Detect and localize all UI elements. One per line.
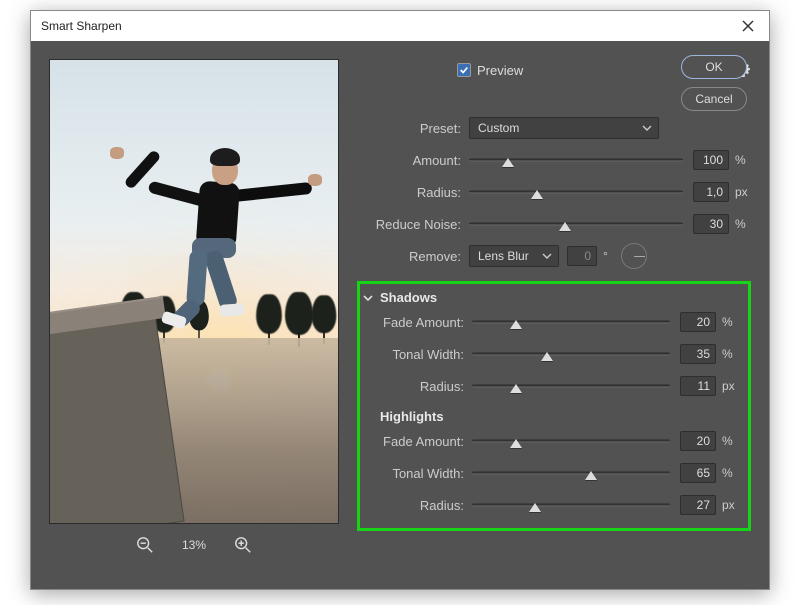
zoom-level: 13% bbox=[182, 538, 206, 552]
close-icon bbox=[742, 20, 754, 32]
ok-button[interactable]: OK bbox=[681, 55, 747, 79]
checkmark-icon bbox=[459, 65, 469, 75]
highlights-radius-slider[interactable] bbox=[472, 494, 670, 516]
smart-sharpen-dialog: Smart Sharpen bbox=[30, 10, 770, 590]
zoom-in-icon bbox=[234, 536, 252, 554]
radius-slider[interactable] bbox=[469, 181, 683, 203]
zoom-out-icon bbox=[136, 536, 154, 554]
amount-input[interactable]: 100 bbox=[693, 150, 729, 170]
shadows-fade-slider[interactable] bbox=[472, 311, 670, 333]
highlights-header[interactable]: Highlights bbox=[360, 409, 738, 424]
chevron-down-icon bbox=[642, 123, 652, 133]
radius-label: Radius: bbox=[357, 185, 469, 200]
shadows-radius-input[interactable]: 11 bbox=[680, 376, 716, 396]
shadows-tonal-slider[interactable] bbox=[472, 343, 670, 365]
preset-label: Preset: bbox=[357, 121, 469, 136]
remove-angle-input[interactable]: 0 bbox=[567, 246, 597, 266]
remove-angle-unit: ° bbox=[597, 249, 611, 263]
window-title: Smart Sharpen bbox=[41, 19, 122, 33]
preview-image[interactable] bbox=[49, 59, 339, 524]
chevron-down-icon bbox=[362, 292, 374, 304]
preset-select[interactable]: Custom bbox=[469, 117, 659, 139]
shadows-radius-label: Radius: bbox=[360, 379, 472, 394]
preview-checkbox[interactable] bbox=[457, 63, 471, 77]
reduce-noise-unit: % bbox=[729, 217, 751, 231]
zoom-in-button[interactable] bbox=[234, 536, 252, 554]
preview-label: Preview bbox=[477, 63, 523, 78]
highlights-tonal-input[interactable]: 65 bbox=[680, 463, 716, 483]
shadows-fade-input[interactable]: 20 bbox=[680, 312, 716, 332]
cancel-button[interactable]: Cancel bbox=[681, 87, 747, 111]
remove-select[interactable]: Lens Blur bbox=[469, 245, 559, 267]
titlebar: Smart Sharpen bbox=[31, 11, 769, 41]
highlights-radius-input[interactable]: 27 bbox=[680, 495, 716, 515]
highlights-radius-label: Radius: bbox=[360, 498, 472, 513]
close-button[interactable] bbox=[739, 17, 757, 35]
shadows-fade-label: Fade Amount: bbox=[360, 315, 472, 330]
amount-label: Amount: bbox=[357, 153, 469, 168]
shadows-tonal-input[interactable]: 35 bbox=[680, 344, 716, 364]
radius-unit: px bbox=[729, 185, 751, 199]
reduce-noise-label: Reduce Noise: bbox=[357, 217, 469, 232]
chevron-down-icon bbox=[542, 251, 552, 261]
shadows-tonal-label: Tonal Width: bbox=[360, 347, 472, 362]
amount-unit: % bbox=[729, 153, 751, 167]
shadows-highlights-panel: Shadows Fade Amount: 20 % Tonal Width: 3… bbox=[357, 281, 751, 531]
reduce-noise-slider[interactable] bbox=[469, 213, 683, 235]
shadows-header[interactable]: Shadows bbox=[360, 290, 738, 305]
highlights-fade-input[interactable]: 20 bbox=[680, 431, 716, 451]
amount-slider[interactable] bbox=[469, 149, 683, 171]
reduce-noise-input[interactable]: 30 bbox=[693, 214, 729, 234]
zoom-out-button[interactable] bbox=[136, 536, 154, 554]
highlights-fade-slider[interactable] bbox=[472, 430, 670, 452]
highlights-fade-label: Fade Amount: bbox=[360, 434, 472, 449]
shadows-radius-slider[interactable] bbox=[472, 375, 670, 397]
highlights-tonal-slider[interactable] bbox=[472, 462, 670, 484]
highlights-tonal-label: Tonal Width: bbox=[360, 466, 472, 481]
radius-input[interactable]: 1,0 bbox=[693, 182, 729, 202]
remove-label: Remove: bbox=[357, 249, 469, 264]
angle-dial[interactable] bbox=[621, 243, 647, 269]
